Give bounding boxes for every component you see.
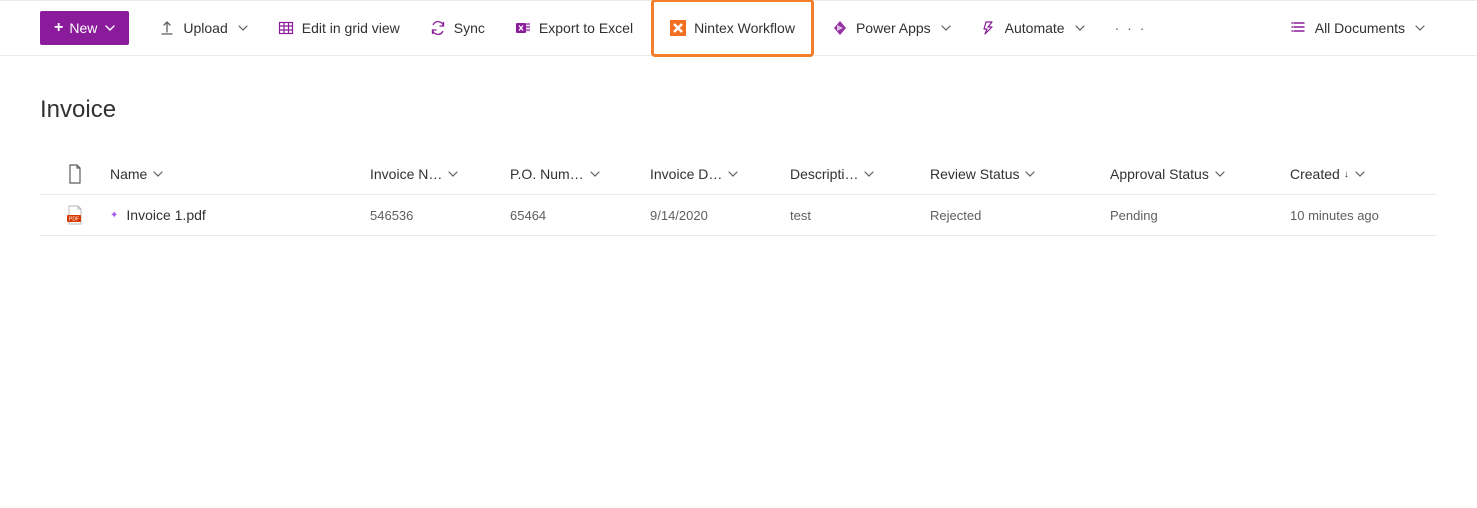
grid-icon xyxy=(278,20,294,36)
file-name: Invoice 1.pdf xyxy=(126,207,205,223)
nintex-highlight: Nintex Workflow xyxy=(651,0,814,57)
view-label: All Documents xyxy=(1315,20,1405,36)
plus-icon: + xyxy=(54,19,63,37)
column-header-review-status[interactable]: Review Status xyxy=(930,166,1110,182)
column-header-invoice-num[interactable]: Invoice N… xyxy=(370,166,510,182)
nintex-icon xyxy=(670,20,686,36)
automate-button[interactable]: Automate xyxy=(969,14,1097,42)
chevron-down-icon xyxy=(728,171,738,177)
cell-description: test xyxy=(790,208,930,223)
column-header-type[interactable] xyxy=(40,164,110,184)
power-apps-label: Power Apps xyxy=(856,20,931,36)
chevron-down-icon xyxy=(105,25,115,31)
svg-text:PDF: PDF xyxy=(69,217,79,223)
upload-icon xyxy=(159,20,175,36)
chevron-down-icon xyxy=(1415,25,1425,31)
list-header-row: Name Invoice N… P.O. Num… Invoice D… Des… xyxy=(40,154,1437,195)
export-excel-label: Export to Excel xyxy=(539,20,633,36)
toolbar: + New Upload Edit in grid view Sync Expo… xyxy=(0,0,1477,56)
column-header-invoice-date[interactable]: Invoice D… xyxy=(650,166,790,182)
edit-grid-label: Edit in grid view xyxy=(302,20,400,36)
chevron-down-icon xyxy=(590,171,600,177)
cell-created: 10 minutes ago xyxy=(1290,208,1470,223)
chevron-down-icon xyxy=(1355,171,1365,177)
column-header-created[interactable]: Created ↓ xyxy=(1290,166,1470,182)
chevron-down-icon xyxy=(1215,171,1225,177)
sync-icon xyxy=(430,20,446,36)
export-excel-button[interactable]: Export to Excel xyxy=(503,14,645,42)
chevron-down-icon xyxy=(153,171,163,177)
file-name-cell[interactable]: ✦ Invoice 1.pdf xyxy=(110,207,370,223)
cell-po-num: 65464 xyxy=(510,208,650,223)
cell-approval-status: Pending xyxy=(1110,208,1290,223)
edit-grid-button[interactable]: Edit in grid view xyxy=(266,14,412,42)
automate-icon xyxy=(981,20,997,36)
power-apps-button[interactable]: Power Apps xyxy=(820,14,963,42)
chevron-down-icon xyxy=(1025,171,1035,177)
chevron-down-icon xyxy=(448,171,458,177)
column-header-approval-status[interactable]: Approval Status xyxy=(1110,166,1290,182)
power-apps-icon xyxy=(832,20,848,36)
chevron-down-icon xyxy=(1075,25,1085,31)
sync-button[interactable]: Sync xyxy=(418,14,497,42)
column-header-description[interactable]: Descripti… xyxy=(790,166,930,182)
document-list: Name Invoice N… P.O. Num… Invoice D… Des… xyxy=(40,154,1437,236)
view-selector[interactable]: All Documents xyxy=(1279,13,1437,44)
chevron-down-icon xyxy=(864,171,874,177)
sync-label: Sync xyxy=(454,20,485,36)
pdf-icon: PDF xyxy=(40,205,110,225)
new-button-label: New xyxy=(69,20,97,36)
chevron-down-icon xyxy=(238,25,248,31)
view-icon xyxy=(1291,19,1307,38)
sort-down-icon: ↓ xyxy=(1344,169,1349,180)
chevron-down-icon xyxy=(941,25,951,31)
nintex-label: Nintex Workflow xyxy=(694,20,795,36)
table-row[interactable]: PDF ✦ Invoice 1.pdf 546536 65464 9/14/20… xyxy=(40,195,1437,236)
excel-icon xyxy=(515,20,531,36)
more-actions-button[interactable]: · · · xyxy=(1103,14,1159,42)
cell-invoice-date: 9/14/2020 xyxy=(650,208,790,223)
nintex-workflow-button[interactable]: Nintex Workflow xyxy=(658,14,807,42)
upload-button[interactable]: Upload xyxy=(147,14,259,42)
cell-invoice-num: 546536 xyxy=(370,208,510,223)
automate-label: Automate xyxy=(1005,20,1065,36)
column-header-po-num[interactable]: P.O. Num… xyxy=(510,166,650,182)
cell-review-status: Rejected xyxy=(930,208,1110,223)
page-title: Invoice xyxy=(40,96,1477,124)
upload-label: Upload xyxy=(183,20,227,36)
new-indicator-icon: ✦ xyxy=(110,210,118,221)
new-button[interactable]: + New xyxy=(40,11,129,45)
column-header-name[interactable]: Name xyxy=(110,166,370,182)
